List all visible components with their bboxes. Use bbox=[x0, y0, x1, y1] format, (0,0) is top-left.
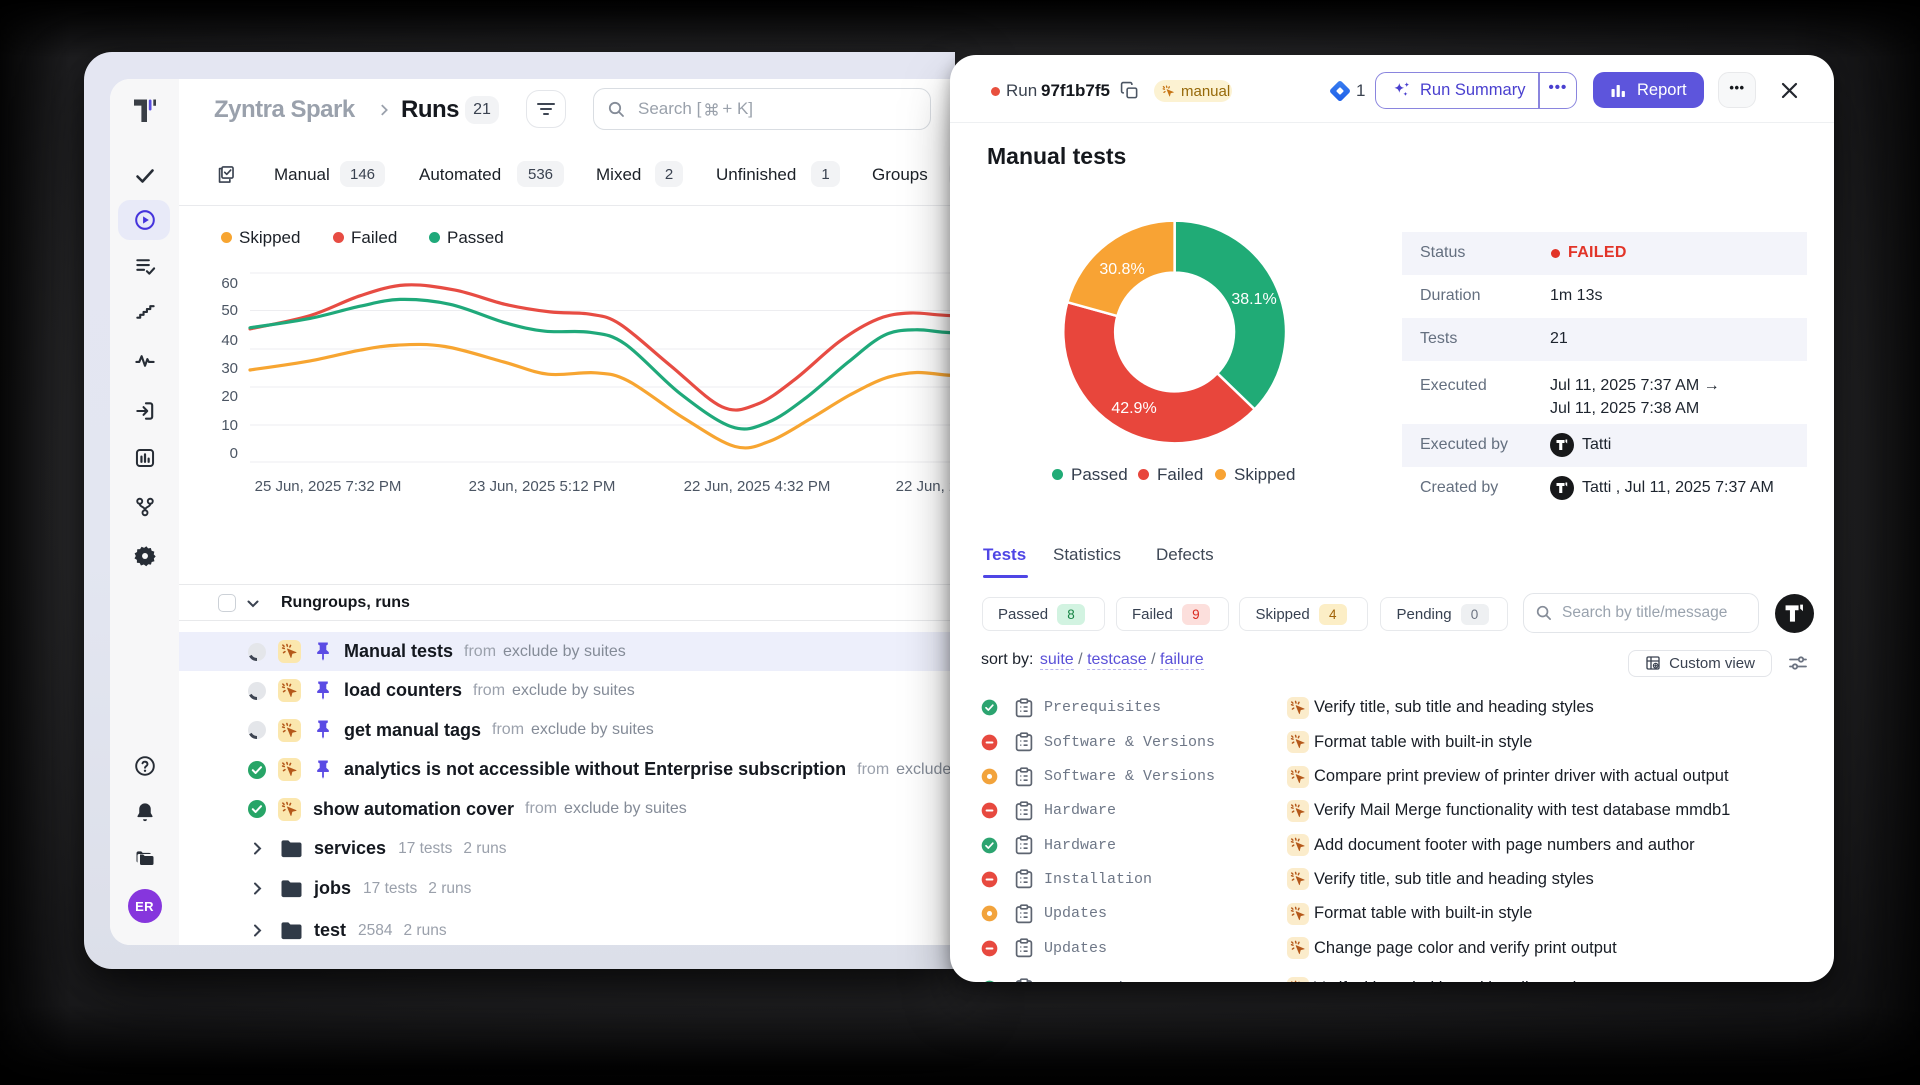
svg-text:30: 30 bbox=[221, 360, 238, 377]
svg-text:20: 20 bbox=[221, 388, 238, 405]
svg-text:0: 0 bbox=[230, 445, 238, 462]
svg-text:40: 40 bbox=[221, 332, 238, 349]
svg-text:50: 50 bbox=[221, 302, 238, 319]
svg-text:38.1%: 38.1% bbox=[1231, 291, 1276, 308]
svg-text:25 Jun, 2025 7:32 PM: 25 Jun, 2025 7:32 PM bbox=[255, 478, 402, 495]
svg-text:22 Jun, 2025 4:32 PM: 22 Jun, 2025 4:32 PM bbox=[684, 478, 831, 495]
svg-text:60: 60 bbox=[221, 275, 238, 292]
svg-text:23 Jun, 2025 5:12 PM: 23 Jun, 2025 5:12 PM bbox=[469, 478, 616, 495]
svg-text:42.9%: 42.9% bbox=[1111, 400, 1156, 417]
svg-text:10: 10 bbox=[221, 417, 238, 434]
svg-text:22 Jun, 2025 4:12 PM: 22 Jun, 2025 4:12 PM bbox=[896, 478, 955, 495]
svg-text:30.8%: 30.8% bbox=[1099, 261, 1144, 278]
